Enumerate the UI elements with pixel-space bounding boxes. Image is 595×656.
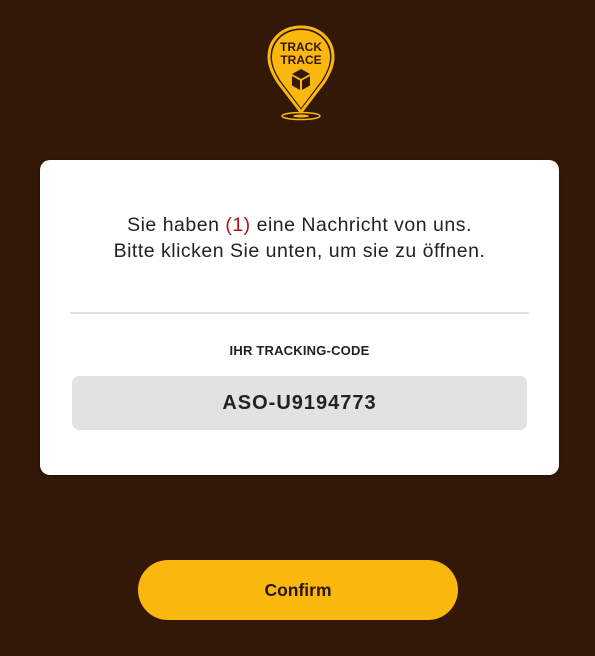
divider	[70, 312, 529, 314]
message-prefix: Sie haben	[127, 214, 226, 236]
tracking-code-label: IHR TRACKING-CODE	[229, 343, 370, 358]
map-pin-package-icon: TRACK TRACE	[267, 25, 335, 121]
tracking-code-box: ASO-U9194773	[72, 376, 527, 430]
message-text: Sie haben (1) eine Nachricht von uns. Bi…	[40, 212, 559, 264]
logo-line1: TRACK	[280, 40, 322, 54]
message-card: Sie haben (1) eine Nachricht von uns. Bi…	[40, 160, 559, 475]
confirm-button[interactable]: Confirm	[138, 560, 458, 620]
logo-line2: TRACE	[280, 53, 321, 67]
track-trace-logo: TRACK TRACE	[265, 24, 337, 122]
message-line2: Bitte klicken Sie unten, um sie zu öffne…	[113, 240, 486, 262]
message-suffix: eine Nachricht von uns.	[250, 214, 472, 236]
message-count-badge: (1)	[225, 214, 251, 236]
tracking-code-value: ASO-U9194773	[222, 391, 377, 414]
